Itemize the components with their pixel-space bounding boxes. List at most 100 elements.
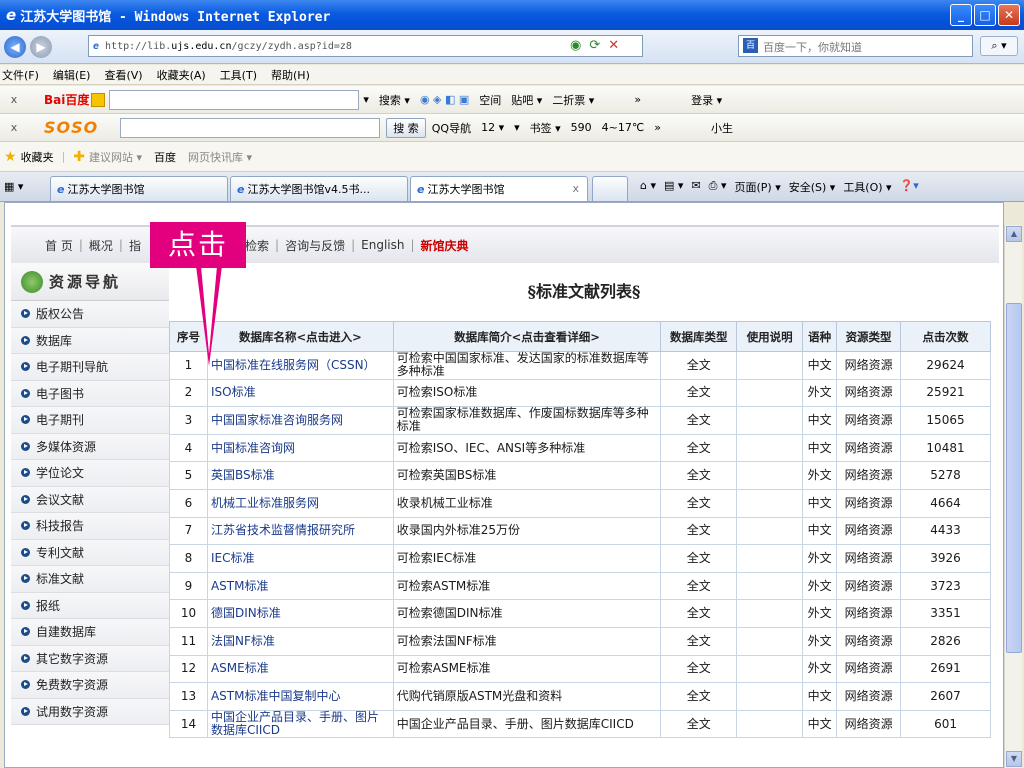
sidebar-item-other[interactable]: 其它数字资源 [11, 645, 169, 672]
nav-feedback[interactable]: 咨询与反馈 [285, 237, 345, 254]
fav-web-slice[interactable]: 网页快讯库 ▾ [188, 149, 252, 165]
sidebar-item-standard[interactable]: 标准文献 [11, 566, 169, 593]
nav-anniversary[interactable]: 新馆庆典 [421, 237, 469, 254]
home-icon[interactable]: ⌂ ▾ [640, 179, 656, 195]
sidebar-item-multimedia[interactable]: 多媒体资源 [11, 433, 169, 460]
help-icon[interactable]: ❓▾ [900, 179, 919, 195]
cell-db-name[interactable]: ASTM标准 [206, 571, 394, 601]
soso-toolbar-input[interactable] [120, 117, 381, 138]
nav-overview[interactable]: 概况 [89, 237, 113, 254]
cell-intro[interactable]: 代购代销原版ASTM光盘和资料 [392, 682, 662, 711]
cell-db-name[interactable]: ASTM标准中国复制中心 [206, 682, 394, 711]
forward-button[interactable]: ▶ [30, 35, 52, 58]
cell-intro[interactable]: 可检索ASME标准 [392, 654, 662, 684]
cell-intro[interactable]: 可检索法国NF标准 [392, 626, 662, 656]
menu-tools[interactable]: 工具(T) [220, 67, 257, 83]
toolbar-close-icon[interactable]: x [0, 93, 28, 106]
menu-view[interactable]: 查看(V) [104, 67, 142, 83]
cell-db-name[interactable]: 法国NF标准 [206, 626, 394, 656]
cell-db-name[interactable]: 中国标准咨询网 [206, 433, 394, 463]
url-input[interactable]: e http://lib. ujs.edu.cn/gczy/zydh.asp?id… [88, 35, 643, 57]
sidebar-item-ejournal[interactable]: 电子期刊 [11, 407, 169, 434]
bookmark-button[interactable]: 书签 ▾ [530, 120, 561, 136]
cell-db-name[interactable]: 江苏省技术监督情报研究所 [206, 516, 394, 546]
mail-button[interactable]: ▾ [514, 121, 520, 134]
cell-intro[interactable]: 收录国内外标准25万份 [392, 516, 662, 546]
menu-file[interactable]: 文件(F) [2, 67, 39, 83]
new-tab-button[interactable] [592, 176, 628, 201]
cell-intro[interactable]: 可检索英国BS标准 [392, 461, 662, 490]
minimize-button[interactable]: _ [950, 4, 972, 26]
nav-search[interactable]: 检索 [245, 237, 269, 254]
menu-favorites[interactable]: 收藏夹(A) [157, 67, 206, 83]
login-button[interactable]: 登录 ▾ [691, 92, 722, 108]
fav-baidu[interactable]: 百度 [154, 149, 176, 165]
fav-suggested-sites[interactable]: 建议网站 ▾ [89, 149, 142, 165]
sidebar-item-trial[interactable]: 试用数字资源 [11, 698, 169, 725]
scrollbar-thumb[interactable] [1006, 303, 1022, 653]
tab-library-v45[interactable]: e 江苏大学图书馆v4.5书... [230, 176, 408, 201]
cell-db-name[interactable]: ASME标准 [206, 654, 394, 684]
nav-english[interactable]: English [361, 238, 404, 252]
refresh-icon[interactable]: ⟳ [589, 38, 600, 53]
compat-view-icon[interactable]: ◉ [570, 38, 581, 53]
search-go-button[interactable]: ⌕ ▾ [980, 36, 1018, 56]
vertical-scrollbar[interactable]: ▲ ▼ [1004, 225, 1022, 768]
cell-intro[interactable]: 可检索中国国家标准、发达国家的标准数据库等多种标准 [392, 351, 662, 380]
cell-intro[interactable]: 可检索ISO标准 [392, 378, 662, 408]
sidebar-item-ejournal-nav[interactable]: 电子期刊导航 [11, 354, 169, 381]
scroll-down-arrow-icon[interactable]: ▼ [1006, 751, 1022, 767]
sidebar-item-patent[interactable]: 专利文献 [11, 539, 169, 566]
tab-library-active[interactable]: e 江苏大学图书馆 x [410, 176, 588, 201]
nav-home[interactable]: 首 页 [45, 237, 73, 254]
stop-icon[interactable]: ✕ [608, 38, 619, 53]
cell-intro[interactable]: 可检索ASTM标准 [392, 571, 662, 601]
tab-close-icon[interactable]: x [572, 182, 579, 195]
qzone-button[interactable]: 空间 [479, 92, 501, 108]
scroll-up-arrow-icon[interactable]: ▲ [1006, 226, 1022, 242]
sidebar-item-self-built[interactable]: 自建数据库 [11, 619, 169, 646]
print-icon[interactable]: ⎙ ▾ [709, 179, 727, 195]
nav-guide[interactable]: 指 [129, 237, 141, 254]
menu-help[interactable]: 帮助(H) [271, 67, 310, 83]
search-input[interactable]: 百 百度一下，你就知道 [738, 35, 973, 57]
toolbar-close-icon[interactable]: x [0, 121, 28, 134]
quick-tabs-icon[interactable]: ▦ ▾ [4, 180, 23, 193]
cell-intro[interactable]: 中国企业产品目录、手册、图片数据库CIICD [392, 709, 662, 739]
qq-count-button[interactable]: 12 ▾ [481, 121, 504, 134]
sidebar-item-conference[interactable]: 会议文献 [11, 486, 169, 513]
menu-edit[interactable]: 编辑(E) [53, 67, 91, 83]
cell-db-name[interactable]: ISO标准 [206, 378, 394, 408]
sidebar-item-report[interactable]: 科技报告 [11, 513, 169, 540]
baidu-search-button[interactable]: 搜索 ▾ [379, 92, 410, 108]
cell-db-name[interactable]: 德国DIN标准 [206, 599, 394, 628]
sidebar-item-newspaper[interactable]: 报纸 [11, 592, 169, 619]
back-button[interactable]: ◀ [4, 35, 26, 58]
tools-menu[interactable]: 工具(O) ▾ [843, 179, 891, 195]
sidebar-item-free[interactable]: 免费数字资源 [11, 672, 169, 699]
cell-db-name[interactable]: 机械工业标准服务网 [206, 488, 394, 518]
cell-db-name[interactable]: IEC标准 [206, 544, 394, 573]
tab-library-1[interactable]: e 江苏大学图书馆 [50, 176, 228, 201]
discount-ticket-button[interactable]: 二折票 ▾ [552, 92, 594, 108]
add-favorite-icon[interactable]: ✚ [73, 149, 85, 165]
baidu-toolbar-input[interactable] [109, 89, 360, 110]
cell-intro[interactable]: 可检索国家标准数据库、作废国标数据库等多种标准 [392, 406, 662, 435]
mail-icon[interactable]: ✉ [691, 179, 700, 195]
cell-intro[interactable]: 可检索IEC标准 [392, 544, 662, 573]
sidebar-item-thesis[interactable]: 学位论文 [11, 460, 169, 487]
safety-menu[interactable]: 安全(S) ▾ [789, 179, 836, 195]
user-button[interactable]: 小生 [711, 120, 733, 136]
favorites-button[interactable]: 收藏夹 [21, 149, 54, 165]
page-menu[interactable]: 页面(P) ▾ [734, 179, 780, 195]
window-title-bar[interactable]: e 江苏大学图书馆 - Windows Internet Explorer _ … [0, 0, 1024, 30]
cell-intro[interactable]: 可检索德国DIN标准 [392, 599, 662, 628]
soso-search-button[interactable]: 搜 索 [386, 117, 426, 138]
cell-intro[interactable]: 收录机械工业标准 [392, 488, 662, 518]
maximize-button[interactable]: □ [974, 4, 996, 26]
cell-db-name[interactable]: 中国国家标准咨询服务网 [206, 406, 394, 435]
sidebar-item-copyright[interactable]: 版权公告 [11, 301, 169, 328]
sidebar-item-database[interactable]: 数据库 [11, 327, 169, 354]
cell-db-name[interactable]: 中国标准在线服务网（CSSN） [206, 351, 394, 380]
cell-intro[interactable]: 可检索ISO、IEC、ANSI等多种标准 [392, 433, 662, 463]
